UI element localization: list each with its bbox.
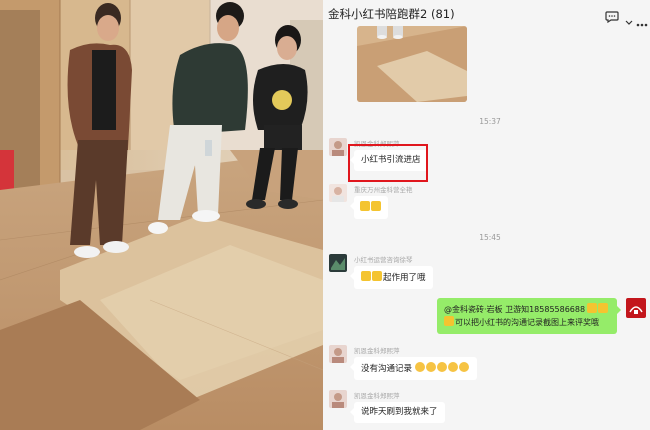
message-text: 没有沟通记录 xyxy=(361,364,413,374)
message-bubble[interactable]: 说昨天刷到我就来了 xyxy=(350,402,445,423)
laughing-face-icon xyxy=(425,362,436,372)
image-message[interactable] xyxy=(357,26,467,102)
sender-name: 重庆万州金科营全艳 xyxy=(354,186,413,194)
message-bubble[interactable]: 起作用了哦 xyxy=(350,266,433,289)
thumbs-up-icon xyxy=(372,271,382,281)
sender-name: 小红书运营咨询徐琴 xyxy=(354,256,413,264)
avatar[interactable] xyxy=(329,138,347,156)
laughing-face-icon xyxy=(436,362,447,372)
thumbs-up-icon xyxy=(360,201,370,211)
chat-panel: 金科小红书陪跑群2 (81) 15:37 凯恩金科郑熙萍 小红书引流进店 重庆万… xyxy=(323,0,650,430)
thumbs-up-icon xyxy=(371,201,381,211)
chat-bubble-icon[interactable] xyxy=(605,8,619,27)
self-avatar[interactable] xyxy=(626,298,646,318)
avatar[interactable] xyxy=(329,254,347,272)
showroom-scene xyxy=(0,0,323,430)
thumbs-up-icon xyxy=(361,271,371,281)
avatar[interactable] xyxy=(329,390,347,408)
message-text-line2: 可以把小红书的沟通记录截图上来评奖哦 xyxy=(455,318,599,327)
laughing-face-icon xyxy=(447,362,458,372)
more-icon[interactable] xyxy=(636,12,648,31)
avatar[interactable] xyxy=(329,184,347,202)
message-bubble[interactable]: 没有沟通记录 xyxy=(350,357,477,380)
timestamp: 15:45 xyxy=(479,233,501,242)
self-message-bubble[interactable]: @金科瓷砖·岩板 卫游知18585586688 可以把小红书的沟通记录截图上来评… xyxy=(437,298,621,334)
message-text-line1: @金科瓷砖·岩板 卫游知18585586688 xyxy=(444,305,586,314)
message-text: 起作用了哦 xyxy=(383,273,426,283)
thumbs-up-icon xyxy=(587,303,598,313)
thumbs-up-icon xyxy=(598,303,609,313)
timestamp: 15:37 xyxy=(479,117,501,126)
thumbs-up-icon xyxy=(444,316,454,326)
laughing-face-icon xyxy=(414,362,425,372)
chat-title: 金科小红书陪跑群2 (81) xyxy=(328,7,455,21)
laughing-face-icon xyxy=(458,362,469,372)
sender-name: 凯恩金科郑熙萍 xyxy=(354,392,400,400)
sender-name: 凯恩金科郑熙萍 xyxy=(354,347,400,355)
avatar[interactable] xyxy=(329,345,347,363)
emoji-bubble[interactable] xyxy=(350,196,388,219)
showroom-photo xyxy=(0,0,323,430)
highlight-box xyxy=(348,144,428,182)
chevron-down-icon[interactable] xyxy=(625,11,633,30)
